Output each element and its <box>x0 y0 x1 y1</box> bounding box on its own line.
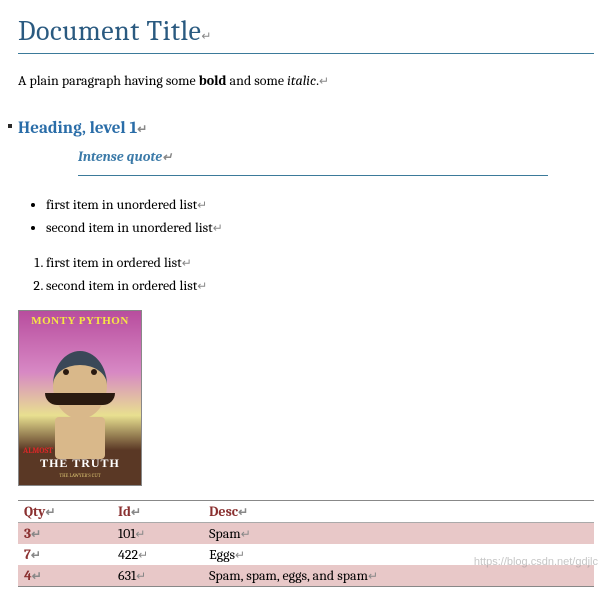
th-text: Id <box>118 503 131 520</box>
pilcrow: ↵ <box>31 549 41 563</box>
para-pre: A plain paragraph having some <box>18 72 199 89</box>
data-table: Qty↵ Id↵ Desc↵ 3↵ 101↵ Spam↵ 7↵ 422↵ Egg… <box>18 500 594 587</box>
pilcrow: ↵ <box>45 506 55 520</box>
cell-id: 422↵ <box>112 544 203 565</box>
table-row: 4↵ 631↵ Spam, spam, eggs, and spam↵ <box>18 565 594 587</box>
pilcrow: ↵ <box>319 75 329 89</box>
li-text: first item in unordered list <box>46 196 197 213</box>
cell-text: 101 <box>118 525 135 542</box>
intense-quote: Intense quote↵ <box>78 148 548 176</box>
cell-desc: Spam, spam, eggs, and spam↵ <box>203 565 594 587</box>
anchor-dot <box>8 124 12 128</box>
image-title-text: MONTY PYTHON <box>19 315 141 327</box>
title-text: Document Title <box>18 15 201 47</box>
table-row: 3↵ 101↵ Spam↵ <box>18 523 594 545</box>
cell-text: 4 <box>24 567 32 584</box>
pilcrow: ↵ <box>238 506 248 520</box>
pilcrow: ↵ <box>31 528 41 542</box>
table-header-row: Qty↵ Id↵ Desc↵ <box>18 501 594 523</box>
pilcrow: ↵ <box>135 528 145 542</box>
list-item: first item in ordered list↵ <box>46 252 594 273</box>
para-italic: italic <box>287 72 316 89</box>
image-truth-text: THE TRUTH <box>19 456 141 471</box>
cell-text: 631 <box>118 567 136 584</box>
image-sub-text: THE LAWYER'S CUT <box>19 473 141 479</box>
cell-text: 7 <box>24 546 31 563</box>
cell-text: Eggs <box>209 546 235 563</box>
pilcrow: ↵ <box>162 151 172 165</box>
pilcrow: ↵ <box>201 30 212 44</box>
list-item: second item in ordered list↵ <box>46 275 594 296</box>
image-mustache <box>45 393 115 405</box>
pilcrow: ↵ <box>368 570 378 584</box>
cell-id: 101↵ <box>112 523 203 545</box>
cell-qty: 3↵ <box>18 523 112 545</box>
quote-block: Intense quote↵ <box>78 148 548 176</box>
pilcrow: ↵ <box>136 570 146 584</box>
cell-text: Spam, spam, eggs, and spam <box>209 567 368 584</box>
th-text: Qty <box>24 503 45 520</box>
th-text: Desc <box>209 503 238 520</box>
cell-id: 631↵ <box>112 565 203 587</box>
list-item: second item in unordered list↵ <box>46 217 594 238</box>
cell-text: Spam <box>209 525 241 542</box>
unordered-list: first item in unordered list↵ second ite… <box>18 194 594 238</box>
li-text: first item in ordered list <box>46 254 182 271</box>
heading-1: Heading, level 1↵ <box>18 119 594 138</box>
pilcrow: ↵ <box>131 506 141 520</box>
quote-text: Intense quote <box>78 148 162 165</box>
pilcrow: ↵ <box>197 199 207 213</box>
image-face <box>53 351 107 419</box>
ordered-list: first item in ordered list↵ second item … <box>18 252 594 296</box>
cell-qty: 7↵ <box>18 544 112 565</box>
pilcrow: ↵ <box>138 549 148 563</box>
list-item: first item in unordered list↵ <box>46 194 594 215</box>
pilcrow: ↵ <box>235 549 245 563</box>
li-text: second item in unordered list <box>46 219 213 236</box>
pilcrow: ↵ <box>182 257 192 271</box>
intro-paragraph: A plain paragraph having some bold and s… <box>18 72 594 89</box>
para-mid: and some <box>226 72 287 89</box>
pilcrow: ↵ <box>32 570 42 584</box>
image-almost-text: ALMOST <box>23 446 53 455</box>
watermark: https://blog.csdn.net/gdjlc <box>474 556 598 568</box>
th-desc: Desc↵ <box>203 501 594 523</box>
pilcrow: ↵ <box>137 123 147 137</box>
para-bold: bold <box>199 72 227 89</box>
pilcrow: ↵ <box>241 528 251 542</box>
pilcrow: ↵ <box>213 222 223 236</box>
th-qty: Qty↵ <box>18 501 112 523</box>
pilcrow: ↵ <box>197 280 207 294</box>
cell-text: 422 <box>118 546 138 563</box>
cell-qty: 4↵ <box>18 565 112 587</box>
image-pedestal <box>55 417 105 459</box>
image-eyes <box>63 369 97 375</box>
cell-desc: Spam↵ <box>203 523 594 545</box>
document-title: Document Title↵ <box>18 15 594 54</box>
heading-1-text: Heading, level 1 <box>18 119 137 138</box>
li-text: second item in ordered list <box>46 277 197 294</box>
th-id: Id↵ <box>112 501 203 523</box>
embedded-image: MONTY PYTHON ALMOST THE TRUTH THE LAWYER… <box>18 310 142 486</box>
